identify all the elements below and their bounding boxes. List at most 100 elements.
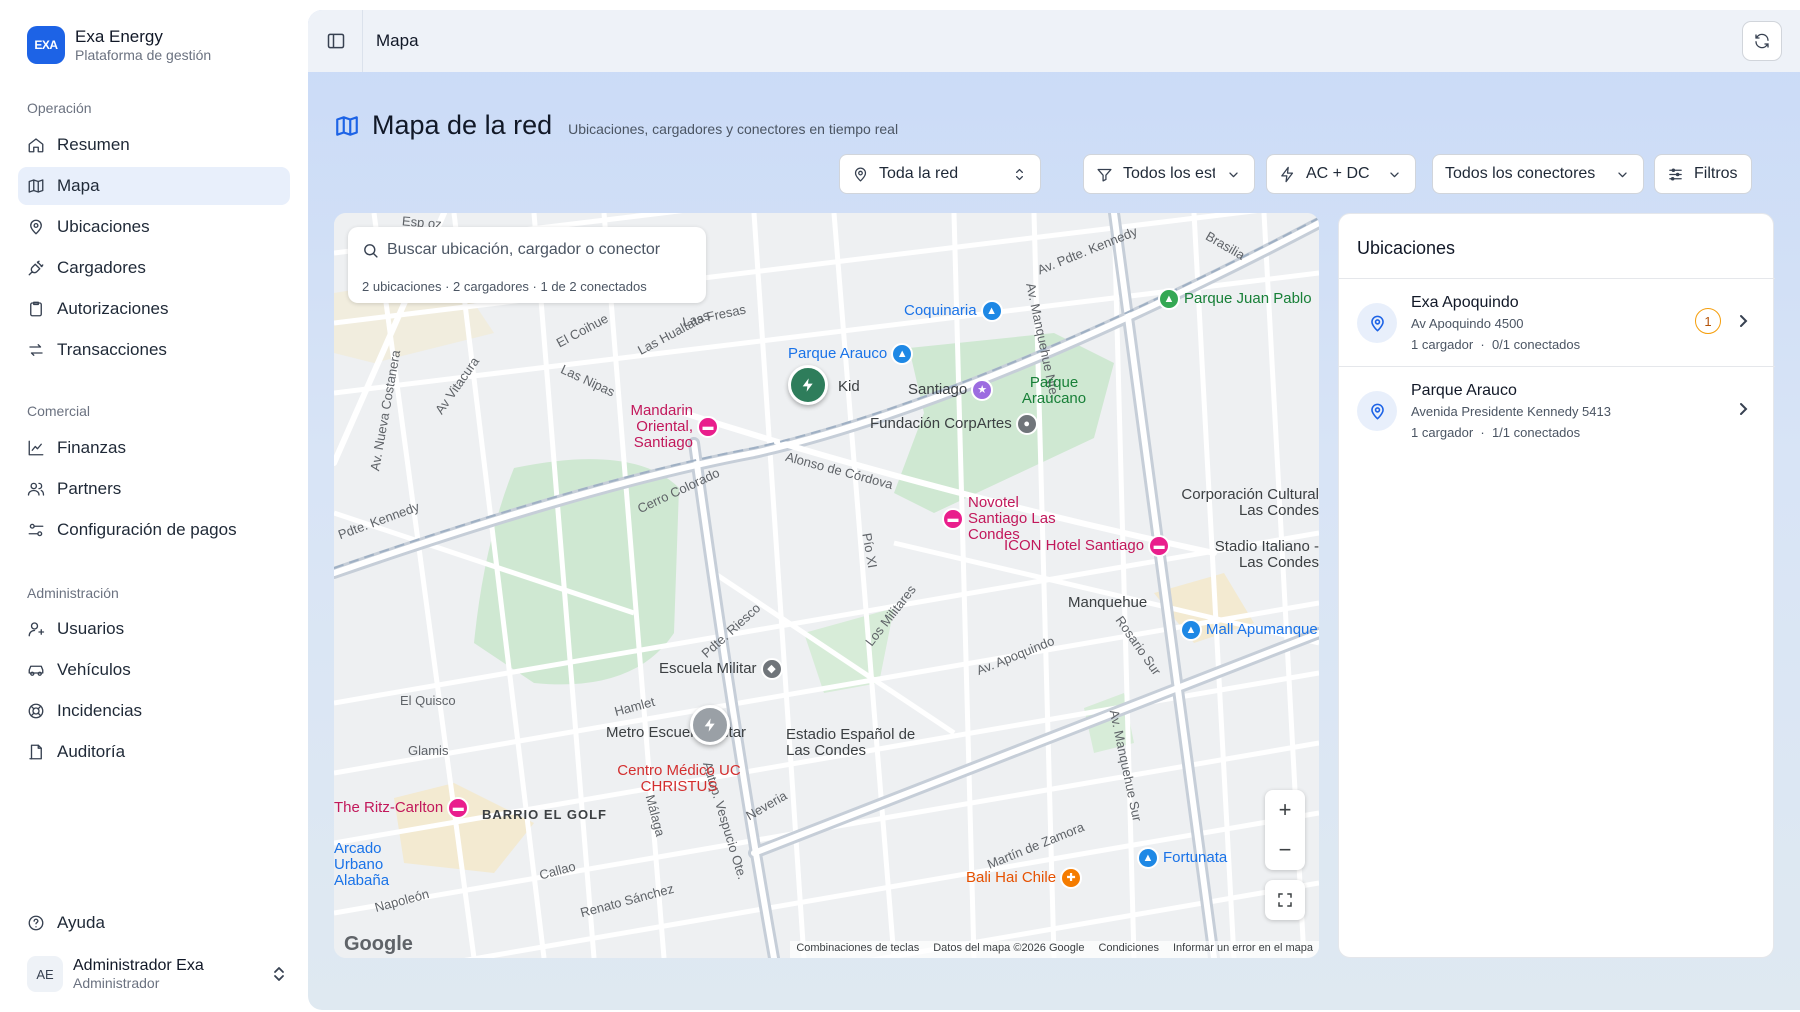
poi-kid[interactable]: Kid (838, 379, 860, 395)
connectors-select-value: Todos los conectores (1445, 165, 1596, 182)
sidebar-item-finanzas[interactable]: Finanzas (18, 429, 290, 467)
terms-link[interactable]: Condiciones (1098, 942, 1159, 957)
brand[interactable]: EXA Exa Energy Plataforma de gestión (27, 26, 211, 64)
sidebar-item-label: Vehículos (57, 660, 131, 679)
sidebar-item-usuarios[interactable]: Usuarios (18, 610, 290, 648)
zoom-controls: + − (1265, 790, 1305, 870)
connectors-select[interactable]: Todos los conectores (1432, 154, 1644, 194)
poi-ritz-carlton[interactable]: The Ritz-Carlton ▬ (334, 797, 470, 819)
sidebar-item-mapa[interactable]: Mapa (18, 167, 290, 205)
poi-stadio-italiano[interactable]: Stadio Italiano - Las Condes (1204, 539, 1319, 571)
sidebar-item-configuracion-pagos[interactable]: Configuración de pagos (18, 511, 290, 549)
brand-subtitle: Plataforma de gestión (75, 46, 212, 63)
poi-fundacion-corpartes[interactable]: Fundación CorpArtes ● (870, 413, 1038, 435)
charger-marker-parque-arauco[interactable] (788, 365, 828, 405)
poi-label: Corporación Cultural Las Condes (1181, 486, 1319, 519)
sidebar-item-ayuda[interactable]: Ayuda (18, 904, 290, 942)
shopping-icon: ▲ (1137, 847, 1159, 869)
poi-label: Parque Arauco (788, 345, 888, 362)
museum-icon: ● (1015, 413, 1038, 435)
sidebar-toggle-button[interactable] (326, 31, 346, 51)
poi-label: Mall Apumanque (1206, 621, 1318, 638)
poi-label: Estadio Español de Las Condes (786, 726, 916, 759)
user-icon (27, 620, 45, 638)
sidebar-item-auditoria[interactable]: Auditoría (18, 733, 290, 771)
chevron-up-down-icon (1016, 168, 1023, 180)
pin-icon (854, 167, 867, 182)
location-item-parque-arauco[interactable]: Parque Arauco Avenida Presidente Kennedy… (1339, 366, 1775, 454)
poi-parque-araucano[interactable]: Parque Araucano (1019, 375, 1089, 407)
locations-panel: Ubicaciones Exa Apoquindo Av Apoquindo 4… (1338, 213, 1775, 958)
poi-santiago[interactable]: Santiago ★ (908, 379, 994, 401)
poi-label: Escuela Militar (659, 660, 757, 677)
filters-button[interactable]: Filtros (1654, 154, 1752, 194)
poi-label: Santiago (908, 381, 968, 398)
poi-escuela-militar[interactable]: Escuela Militar ◆ (659, 658, 783, 680)
map-search-input[interactable] (387, 241, 687, 259)
zoom-out-button[interactable]: − (1265, 830, 1305, 870)
current-type-select[interactable]: AC + DC (1266, 154, 1416, 194)
street-label: Glamis (408, 743, 449, 758)
locations-panel-title: Ubicaciones (1357, 238, 1456, 258)
sidebar: EXA Exa Energy Plataforma de gestión Ope… (0, 0, 308, 1012)
charger-marker-exa-apoquindo[interactable] (690, 705, 730, 745)
fullscreen-button[interactable] (1265, 880, 1305, 920)
keyboard-shortcuts-link[interactable]: Combinaciones de teclas (796, 942, 919, 957)
poi-label: Fundación CorpArtes (870, 415, 1012, 432)
sliders-icon (1669, 167, 1682, 181)
status-select-value: Todos los estad (1123, 165, 1215, 182)
poi-bali-hai[interactable]: Bali Hai Chile ✚ (966, 867, 1083, 889)
network-select[interactable]: Toda la red (839, 154, 1041, 194)
user-menu[interactable]: AE Administrador Exa Administrador (27, 952, 287, 996)
school-icon: ◆ (760, 658, 783, 680)
report-error-link[interactable]: Informar un error en el mapa (1173, 942, 1313, 957)
alert-badge: 1 (1695, 308, 1721, 334)
hotel-icon: ▬ (697, 416, 719, 438)
sidebar-item-incidencias[interactable]: Incidencias (18, 692, 290, 730)
sidebar-item-label: Ubicaciones (57, 217, 150, 236)
user-name: Administrador Exa (73, 957, 204, 974)
poi-centro-medico[interactable]: Centro Médico UC CHRISTUS (614, 763, 744, 795)
location-address: Av Apoquindo 4500 (1411, 316, 1524, 331)
sidebar-item-label: Ayuda (57, 913, 105, 932)
sidebar-item-resumen[interactable]: Resumen (18, 126, 290, 164)
poi-arcado-urbano[interactable]: Arcado Urbano Alabaña (334, 841, 434, 889)
refresh-button[interactable] (1742, 21, 1782, 61)
poi-label: Fortunata (1163, 849, 1228, 866)
poi-icon-hotel[interactable]: ICON Hotel Santiago ▬ (1004, 535, 1171, 557)
sidebar-item-cargadores[interactable]: Cargadores (18, 249, 290, 287)
brand-name: Exa Energy (75, 26, 163, 46)
poi-coquinaria[interactable]: Coquinaria ▲ (904, 300, 1003, 322)
help-icon (27, 914, 45, 932)
sidebar-item-partners[interactable]: Partners (18, 470, 290, 508)
poi-fortunata[interactable]: ▲ Fortunata (1137, 847, 1227, 869)
poi-parque-juan-pablo[interactable]: ▲ Parque Juan Pablo (1158, 288, 1312, 310)
pin-icon (1357, 303, 1397, 343)
poi-mall-apumanque[interactable]: ▲ Mall Apumanque (1180, 619, 1318, 641)
sidebar-item-vehiculos[interactable]: Vehículos (18, 651, 290, 689)
poi-mandarin-oriental[interactable]: Mandarin Oriental, Santiago ▬ (589, 403, 719, 451)
sidebar-item-ubicaciones[interactable]: Ubicaciones (18, 208, 290, 246)
pin-icon (27, 218, 45, 236)
map-search-summary: 2 ubicaciones · 2 cargadores · 1 de 2 co… (362, 279, 647, 294)
location-meta: 1 cargador · 0/1 conectados (1411, 337, 1580, 352)
zoom-in-button[interactable]: + (1265, 790, 1305, 830)
poi-estadio-espanol[interactable]: Estadio Español de Las Condes (786, 727, 936, 759)
sidebar-item-label: Usuarios (57, 619, 125, 638)
sliders-icon (27, 521, 45, 539)
search-icon (364, 243, 378, 258)
sidebar-item-transacciones[interactable]: Transacciones (18, 331, 290, 369)
chevron-up-down-icon (274, 967, 284, 981)
location-item-exa-apoquindo[interactable]: Exa Apoquindo Av Apoquindo 4500 1 cargad… (1339, 278, 1775, 366)
poi-corporacion-cultural[interactable]: Corporación Cultural Las Condes (1174, 487, 1319, 519)
sidebar-item-label: Configuración de pagos (57, 520, 237, 539)
topbar-divider (362, 10, 363, 72)
map-view[interactable]: Av. Pdte. Kennedy Las Hualtatas Alonso d… (334, 213, 1319, 958)
street-label: El Quisco (400, 693, 456, 708)
poi-label: The Ritz-Carlton (334, 799, 444, 816)
sidebar-item-autorizaciones[interactable]: Autorizaciones (18, 290, 290, 328)
filter-icon (1097, 168, 1112, 182)
status-select[interactable]: Todos los estad (1083, 154, 1255, 194)
poi-parque-arauco[interactable]: Parque Arauco ▲ (788, 343, 914, 365)
poi-manquehue[interactable]: Manquehue (1068, 595, 1147, 611)
